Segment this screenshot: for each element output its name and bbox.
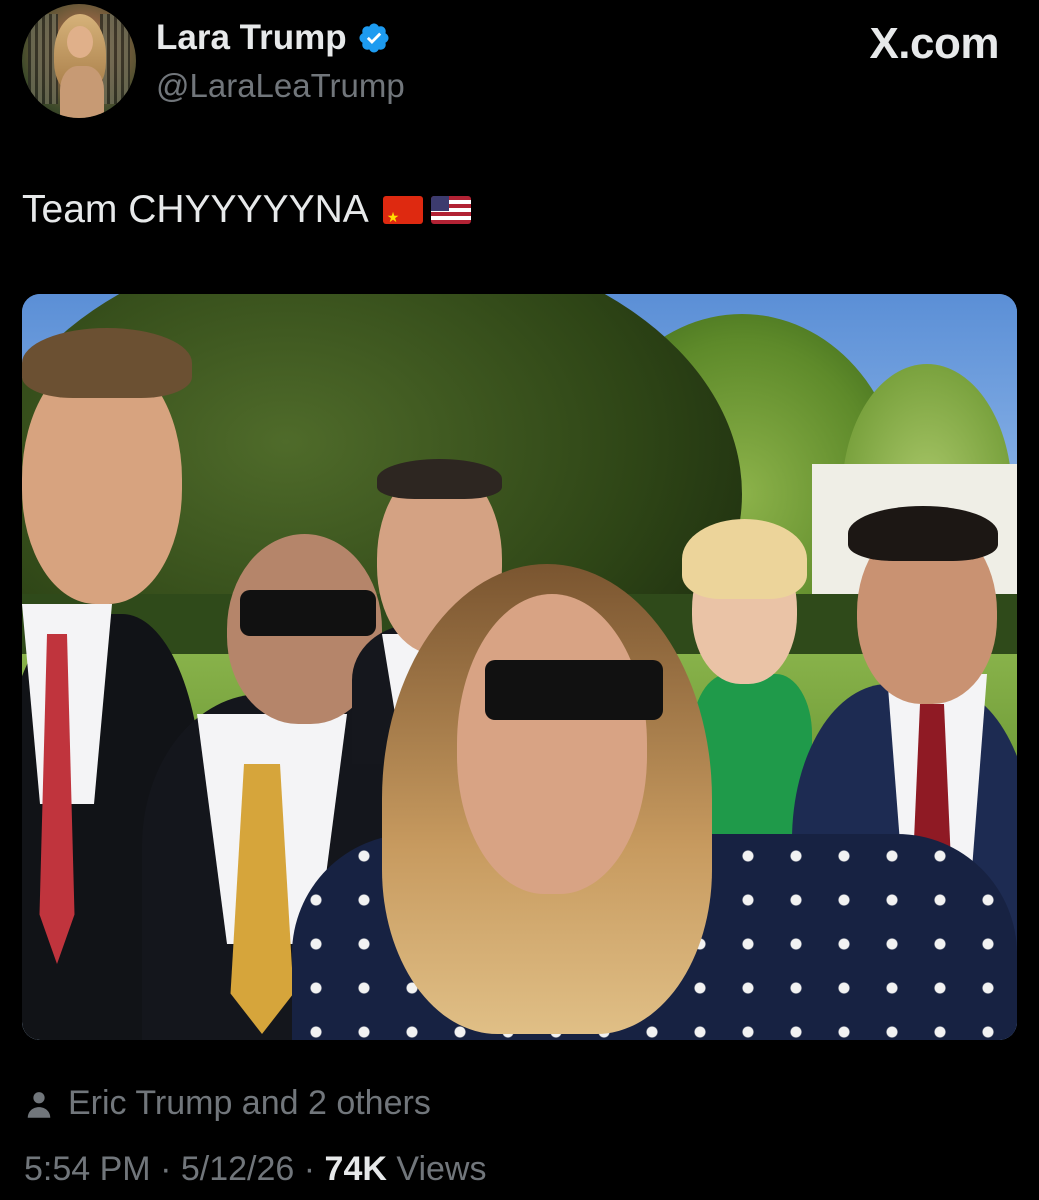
tweet-photo[interactable] [22,294,1017,1040]
tagged-people-row[interactable]: Eric Trump and 2 others [24,1084,431,1123]
views-label: Views [396,1150,487,1188]
tweet-text: Team CHYYYYYNA [22,186,471,234]
person-icon [27,1091,51,1118]
us-flag-icon [430,196,471,224]
avatar-torso [60,66,104,118]
views-count: 74K [324,1150,387,1188]
tweet-timestamp-row: 5:54 PM · 5/12/26 · 74K Views [24,1150,486,1189]
tweet-date[interactable]: 5/12/26 [181,1150,294,1188]
separator: · [160,1150,172,1188]
separator: · [303,1150,316,1188]
brand-label: X.com [869,19,999,68]
tweet-time[interactable]: 5:54 PM [24,1150,151,1188]
author-avatar[interactable] [22,4,136,118]
tweet-text-content: Team CHYYYYYNA [22,188,369,231]
author-handle[interactable]: @LaraLeaTrump [156,66,405,106]
avatar-face [67,26,93,58]
author-name-row: Lara Trump [156,18,391,58]
author-display-name[interactable]: Lara Trump [156,18,347,58]
verified-badge-icon [359,23,389,53]
china-flag-icon [382,196,423,224]
tagged-people-label[interactable]: Eric Trump and 2 others [68,1084,431,1123]
